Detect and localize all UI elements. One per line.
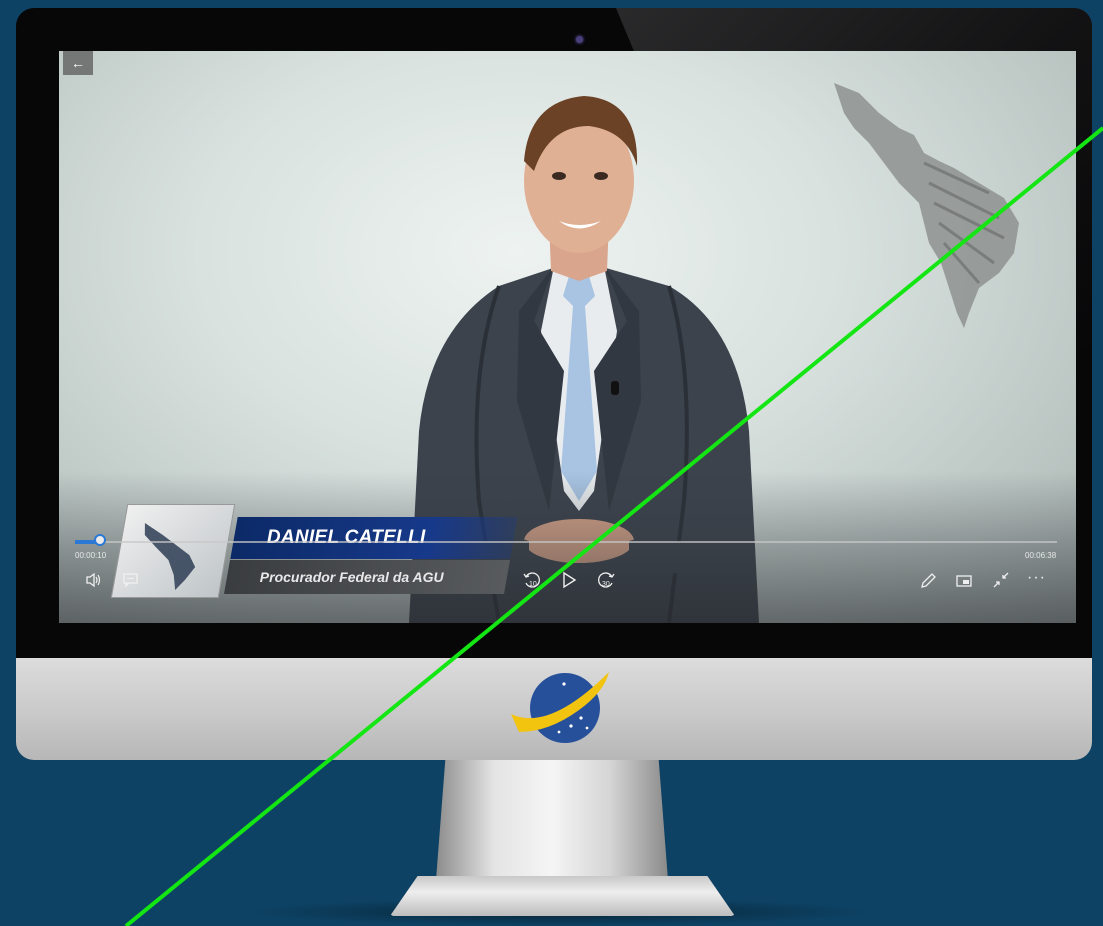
webcam-icon (576, 36, 583, 43)
play-icon (563, 571, 577, 589)
edit-button[interactable] (919, 572, 937, 590)
seek-thumb[interactable] (94, 534, 106, 546)
back-button[interactable]: ← (63, 51, 93, 75)
latin-america-map-graphic (834, 83, 1019, 328)
volume-button[interactable] (85, 572, 103, 588)
video-player[interactable]: ← DANIEL CATELLI Procurador Federal da A… (59, 51, 1076, 623)
forward-button[interactable]: 30 (596, 570, 616, 590)
exit-fullscreen-icon (993, 572, 1009, 588)
arrow-left-icon: ← (71, 55, 85, 71)
subtitles-button[interactable] (122, 572, 140, 588)
presenter-role: Procurador Federal da AGU (259, 569, 444, 585)
pencil-icon (921, 573, 936, 588)
current-time: 00:00:10 (75, 551, 107, 560)
play-button[interactable] (560, 570, 578, 590)
monitor-stand-base (390, 876, 735, 916)
more-icon: ··· (1027, 569, 1046, 586)
exit-fullscreen-button[interactable] (991, 570, 1011, 590)
total-time: 00:06:38 (1025, 551, 1057, 560)
rewind-10-icon: 10 (523, 572, 540, 588)
miniplayer-button[interactable] (955, 572, 973, 590)
lower-third-name-bar: DANIEL CATELLI (230, 517, 518, 559)
lower-third-role-bar: Procurador Federal da AGU (224, 560, 510, 594)
imac-monitor: ← DANIEL CATELLI Procurador Federal da A… (0, 0, 1103, 926)
miniplayer-icon (956, 575, 972, 587)
forward-label: 30 (602, 581, 610, 588)
logo-icon (511, 672, 609, 743)
volume-icon (86, 572, 101, 588)
presenter-name: DANIEL CATELLI (266, 527, 426, 548)
subtitles-icon (123, 573, 138, 588)
more-button[interactable]: ··· (1027, 570, 1046, 586)
rewind-label: 10 (529, 581, 537, 588)
forward-30-icon: 30 (598, 572, 615, 588)
rewind-button[interactable]: 10 (522, 570, 542, 590)
monitor-stand-neck (436, 760, 668, 880)
seek-bar[interactable] (75, 541, 1057, 543)
